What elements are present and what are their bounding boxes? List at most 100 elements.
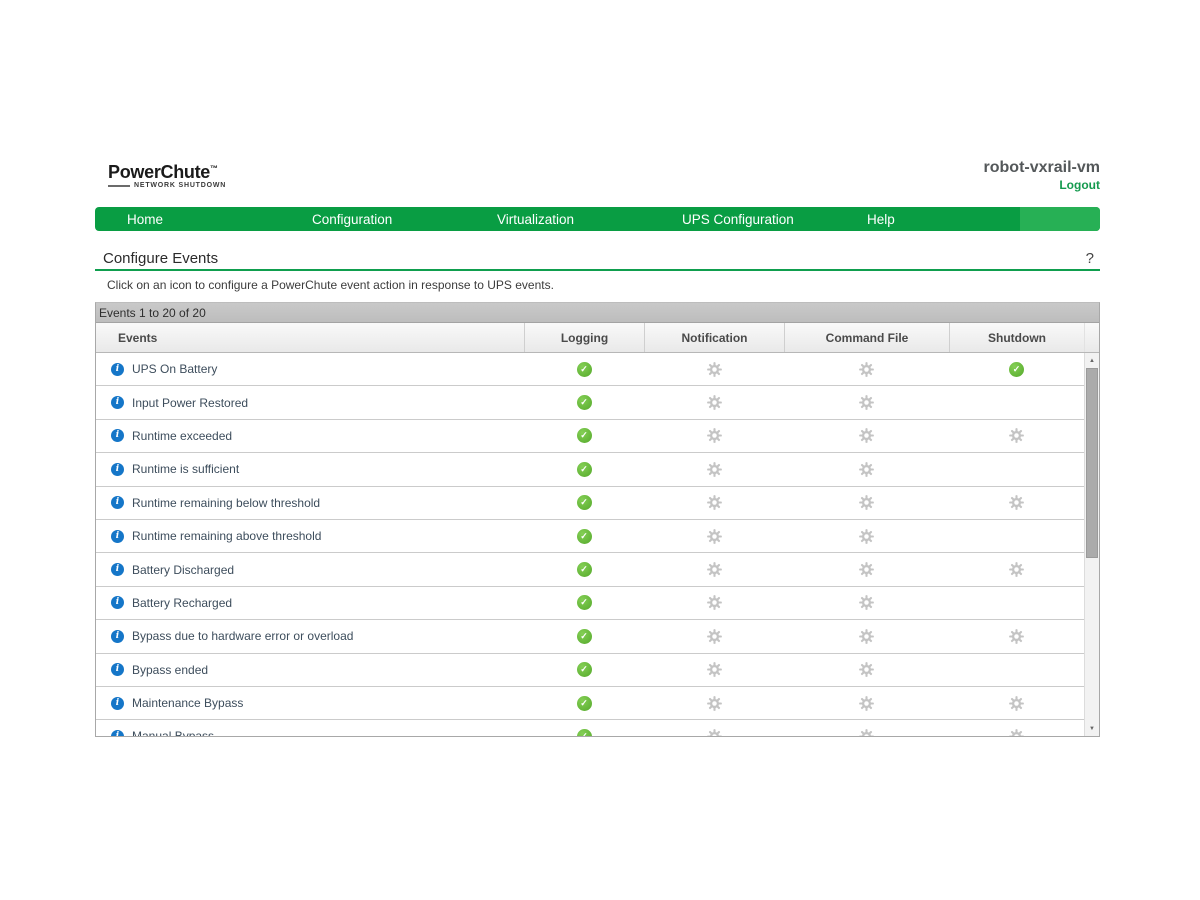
- brand-subtitle: NETWORK SHUTDOWN: [134, 182, 226, 189]
- gear-icon[interactable]: [859, 462, 874, 477]
- gear-icon[interactable]: [859, 662, 874, 677]
- command-file-cell: [784, 662, 949, 677]
- gear-icon[interactable]: [707, 362, 722, 377]
- green-check-icon[interactable]: ✓: [577, 696, 592, 711]
- info-icon[interactable]: i: [111, 697, 124, 710]
- logging-cell: ✓: [524, 362, 644, 377]
- shutdown-cell: [949, 529, 1084, 544]
- hostname: robot-vxrail-vm: [984, 158, 1100, 177]
- info-icon[interactable]: i: [111, 596, 124, 609]
- gear-icon[interactable]: [1009, 495, 1024, 510]
- nav-item-virtualization[interactable]: Virtualization: [465, 207, 650, 231]
- green-check-icon[interactable]: ✓: [577, 595, 592, 610]
- event-label: Battery Discharged: [132, 563, 234, 577]
- gear-icon[interactable]: [1009, 629, 1024, 644]
- column-header-logging: Logging: [524, 323, 644, 352]
- gear-icon[interactable]: [707, 729, 722, 736]
- table-row: i Runtime exceeded ✓: [96, 420, 1084, 453]
- gear-icon[interactable]: [707, 395, 722, 410]
- shutdown-cell: [949, 629, 1084, 644]
- green-check-icon[interactable]: ✓: [577, 629, 592, 644]
- content-area: PowerChute™ NETWORK SHUTDOWN robot-vxrai…: [95, 158, 1100, 208]
- gear-icon[interactable]: [859, 362, 874, 377]
- nav-tail-segment: [1020, 207, 1100, 231]
- shutdown-cell: [949, 696, 1084, 711]
- no-action-placeholder: [1009, 662, 1024, 677]
- green-check-icon[interactable]: ✓: [1009, 362, 1024, 377]
- info-icon[interactable]: i: [111, 463, 124, 476]
- command-file-cell: [784, 495, 949, 510]
- gear-icon[interactable]: [1009, 428, 1024, 443]
- event-name-cell: i Bypass ended: [96, 663, 524, 677]
- nav-item-home[interactable]: Home: [95, 207, 280, 231]
- nav-item-help[interactable]: Help: [835, 207, 1020, 231]
- green-check-icon[interactable]: ✓: [577, 662, 592, 677]
- scrollbar-thumb[interactable]: [1086, 368, 1098, 558]
- info-icon[interactable]: i: [111, 663, 124, 676]
- gear-icon[interactable]: [859, 629, 874, 644]
- gear-icon[interactable]: [707, 529, 722, 544]
- gear-icon[interactable]: [859, 395, 874, 410]
- scrollbar-down-button[interactable]: ▼: [1085, 721, 1099, 736]
- table-scrollbar[interactable]: ▲ ▼: [1084, 353, 1099, 736]
- gear-icon[interactable]: [707, 428, 722, 443]
- scrollbar-up-button[interactable]: ▲: [1085, 353, 1099, 368]
- shutdown-cell: [949, 462, 1084, 477]
- gear-icon[interactable]: [707, 462, 722, 477]
- green-check-icon[interactable]: ✓: [577, 395, 592, 410]
- command-file-cell: [784, 428, 949, 443]
- gear-icon[interactable]: [707, 562, 722, 577]
- event-label: Maintenance Bypass: [132, 696, 243, 710]
- info-icon[interactable]: i: [111, 429, 124, 442]
- column-header-notification: Notification: [644, 323, 784, 352]
- help-icon[interactable]: ?: [1086, 250, 1100, 267]
- info-icon[interactable]: i: [111, 363, 124, 376]
- logging-cell: ✓: [524, 495, 644, 510]
- command-file-cell: [784, 462, 949, 477]
- logout-link[interactable]: Logout: [984, 177, 1100, 193]
- event-name-cell: i Input Power Restored: [96, 396, 524, 410]
- gear-icon[interactable]: [707, 696, 722, 711]
- no-action-placeholder: [1009, 529, 1024, 544]
- logging-cell: ✓: [524, 529, 644, 544]
- gear-icon[interactable]: [1009, 729, 1024, 736]
- gear-icon[interactable]: [707, 595, 722, 610]
- gear-icon[interactable]: [707, 629, 722, 644]
- gear-icon[interactable]: [859, 595, 874, 610]
- nav-item-configuration[interactable]: Configuration: [280, 207, 465, 231]
- info-icon[interactable]: i: [111, 530, 124, 543]
- event-label: Runtime exceeded: [132, 429, 232, 443]
- table-row: i Runtime remaining above threshold ✓: [96, 520, 1084, 553]
- event-label: Runtime is sufficient: [132, 462, 239, 476]
- main-nav: Home Configuration Virtualization UPS Co…: [95, 207, 1100, 231]
- command-file-cell: [784, 562, 949, 577]
- gear-icon[interactable]: [707, 662, 722, 677]
- gear-icon[interactable]: [1009, 696, 1024, 711]
- info-icon[interactable]: i: [111, 496, 124, 509]
- green-check-icon[interactable]: ✓: [577, 428, 592, 443]
- nav-item-ups-configuration[interactable]: UPS Configuration: [650, 207, 835, 231]
- green-check-icon[interactable]: ✓: [577, 562, 592, 577]
- green-check-icon[interactable]: ✓: [577, 529, 592, 544]
- green-check-icon[interactable]: ✓: [577, 462, 592, 477]
- green-check-icon[interactable]: ✓: [577, 729, 592, 736]
- green-check-icon[interactable]: ✓: [577, 362, 592, 377]
- info-icon[interactable]: i: [111, 730, 124, 736]
- green-check-icon[interactable]: ✓: [577, 495, 592, 510]
- gear-icon[interactable]: [859, 729, 874, 736]
- table-row: i Runtime remaining below threshold ✓: [96, 487, 1084, 520]
- table-caption: Events 1 to 20 of 20: [96, 303, 1099, 323]
- gear-icon[interactable]: [859, 562, 874, 577]
- info-icon[interactable]: i: [111, 396, 124, 409]
- scrollbar-track[interactable]: [1085, 368, 1099, 721]
- logging-cell: ✓: [524, 595, 644, 610]
- info-icon[interactable]: i: [111, 630, 124, 643]
- gear-icon[interactable]: [859, 529, 874, 544]
- gear-icon[interactable]: [707, 495, 722, 510]
- gear-icon[interactable]: [1009, 562, 1024, 577]
- gear-icon[interactable]: [859, 428, 874, 443]
- gear-icon[interactable]: [859, 696, 874, 711]
- gear-icon[interactable]: [859, 495, 874, 510]
- shutdown-cell: [949, 729, 1084, 736]
- info-icon[interactable]: i: [111, 563, 124, 576]
